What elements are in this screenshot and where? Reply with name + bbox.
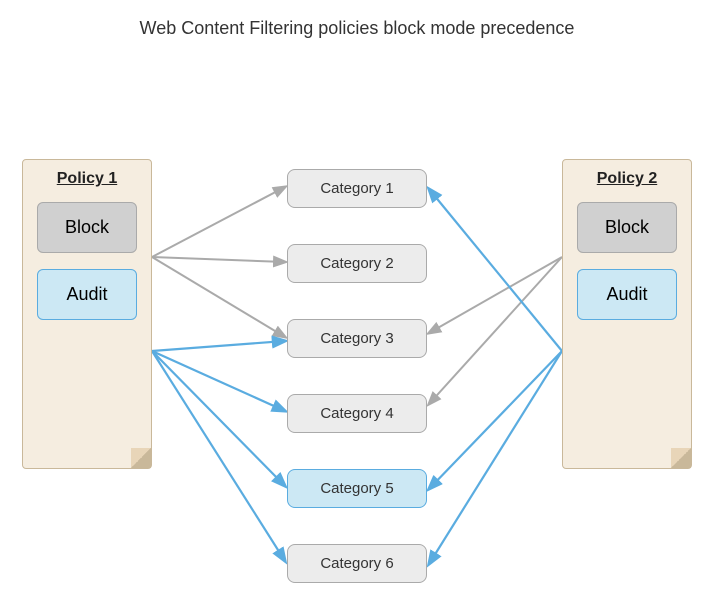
- policy1-box: Policy 1 Block Audit: [22, 159, 152, 469]
- category-3: Category 3: [287, 319, 427, 358]
- policy1-audit-box: Audit: [37, 269, 137, 320]
- policy2-block-box: Block: [577, 202, 677, 253]
- policy2-title: Policy 2: [597, 170, 657, 188]
- category-4: Category 4: [287, 394, 427, 433]
- policy2-box: Policy 2 Block Audit: [562, 159, 692, 469]
- category-6: Category 6: [287, 544, 427, 583]
- category-2: Category 2: [287, 244, 427, 283]
- policy2-audit-box: Audit: [577, 269, 677, 320]
- diagram: Policy 1 Block Audit Policy 2 Block Audi…: [0, 49, 714, 589]
- category-1: Category 1: [287, 169, 427, 208]
- page-title: Web Content Filtering policies block mod…: [0, 0, 714, 49]
- category-5: Category 5: [287, 469, 427, 508]
- policy1-title: Policy 1: [57, 170, 117, 188]
- policy1-block-box: Block: [37, 202, 137, 253]
